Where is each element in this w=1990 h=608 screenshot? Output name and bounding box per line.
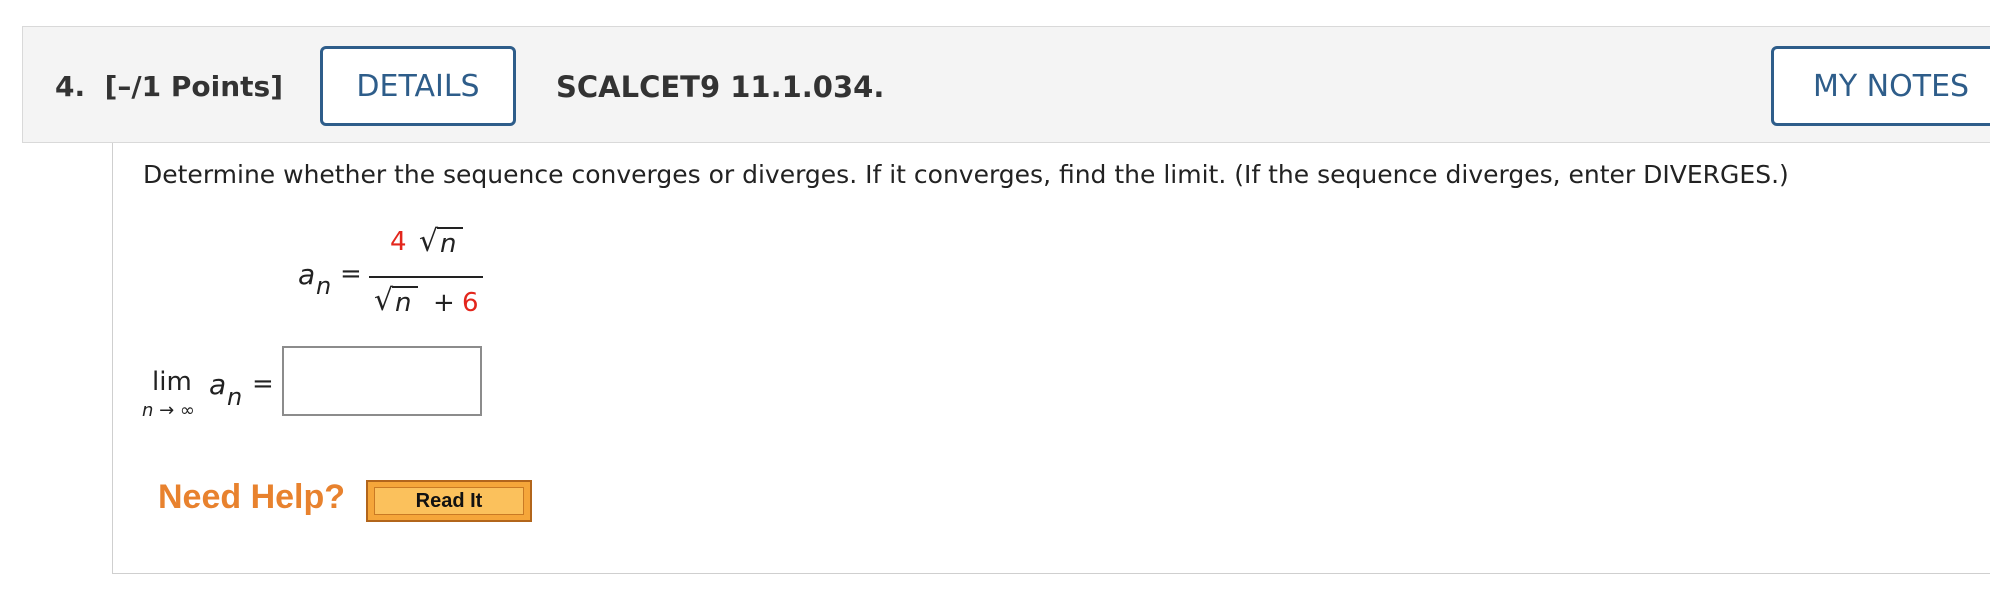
read-it-button[interactable]: Read It — [366, 480, 532, 522]
question-prompt: Determine whether the sequence converges… — [143, 160, 1789, 189]
denominator-constant: 6 — [462, 288, 479, 318]
numerator-radicand: n — [440, 229, 457, 259]
question-code: SCALCET9 11.1.034. — [556, 70, 885, 104]
denominator-radical-sign: √ — [374, 283, 394, 318]
formula-lhs-var: a — [298, 258, 316, 291]
limit-under: n → ∞ — [142, 400, 195, 421]
need-help-label: Need Help? — [158, 478, 346, 516]
limit-answer-input[interactable] — [282, 346, 482, 416]
formula-lhs-subscript: n — [316, 272, 332, 300]
numerator-radical-sign: √ — [419, 224, 439, 259]
my-notes-button[interactable]: MY NOTES — [1771, 46, 1990, 126]
limit-equals: = — [252, 369, 274, 399]
denominator-radicand: n — [395, 288, 412, 318]
question-header — [22, 26, 1990, 143]
limit-var: a — [209, 368, 227, 401]
limit-under-text: n → ∞ — [142, 400, 195, 421]
formula-equals: = — [340, 259, 362, 289]
limit-subscript: n — [227, 383, 243, 411]
read-it-label: Read It — [374, 487, 524, 515]
numerator-coefficient: 4 — [390, 227, 407, 257]
question-number: 4. — [55, 70, 86, 103]
question-number-and-points: 4. [–/1 Points] — [55, 70, 283, 103]
denominator-plus: + — [433, 288, 455, 318]
fraction-bar — [369, 276, 483, 278]
limit-lim: lim — [152, 367, 192, 397]
details-button[interactable]: DETAILS — [320, 46, 516, 126]
points-label: [–/1 Points] — [104, 70, 284, 103]
